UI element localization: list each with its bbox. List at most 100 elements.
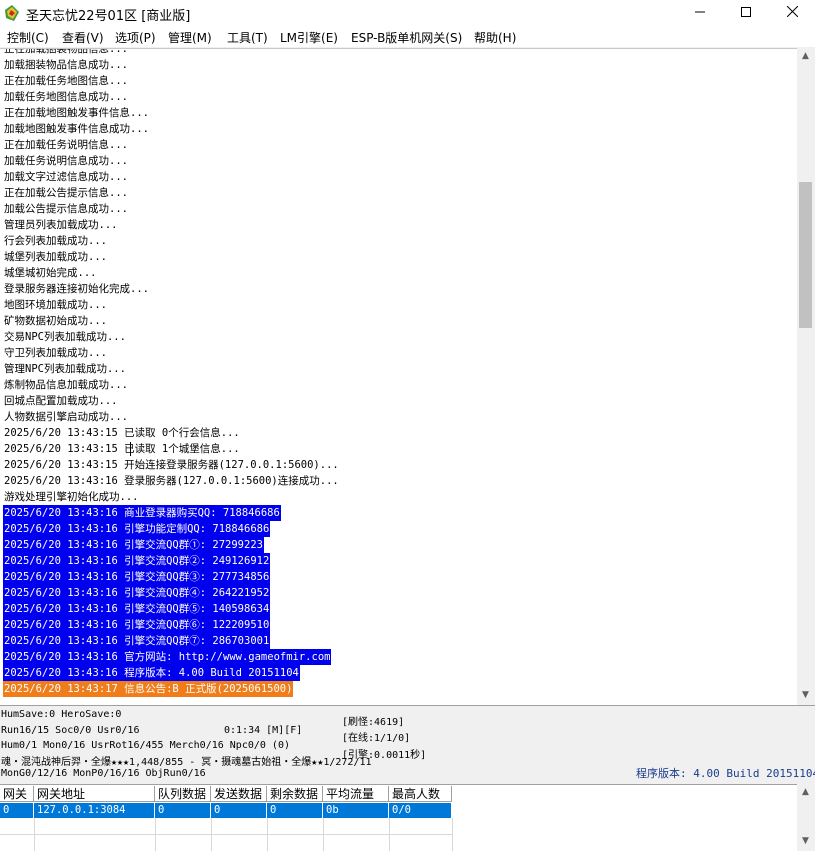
counters-status: Hum0/1 Mon0/16 UsrRot16/455 Merch0/16 Np… xyxy=(1,740,290,751)
game-app-icon xyxy=(5,5,19,21)
col-header-gate[interactable]: 网关 xyxy=(0,786,34,802)
grid-line xyxy=(0,834,452,835)
scroll-down-icon[interactable]: ▼ xyxy=(797,687,814,704)
log-line: 正在加载公告提示信息... xyxy=(4,187,128,199)
log-line: 2025/6/20 13:43:16 引擎交流QQ群⑥: 122209510 xyxy=(3,617,271,633)
table-scrollbar[interactable]: ▲ ▼ xyxy=(797,784,815,850)
run-status: Run16/15 Soc0/0 Usr0/16 xyxy=(1,725,140,736)
log-line: 矿物数据初始成功... xyxy=(4,315,107,327)
uptime-status: 0:1:34 [M][F] xyxy=(224,725,303,736)
menu-view[interactable]: 查看(V) xyxy=(62,29,104,46)
close-icon xyxy=(786,5,798,18)
log-output[interactable]: 正在加载捆装物品信息... 加载捆装物品信息成功... 正在加载任务地图信息...… xyxy=(0,48,797,705)
refresh-status: [刷怪:4619] xyxy=(342,717,405,728)
log-line: 加载任务地图信息成功... xyxy=(4,91,128,103)
grid-line xyxy=(267,818,268,851)
log-line: 正在加载地图触发事件信息... xyxy=(4,107,149,119)
cell-gate: 0 xyxy=(0,803,34,818)
scroll-message: 魂・混沌战神后羿・全爆★★★1,448/855 - 冥・摄魂墓古始祖・全爆★★1… xyxy=(1,757,372,768)
grid-line xyxy=(211,818,212,851)
log-line: 2025/6/20 13:43:16 程序版本: 4.00 Build 2015… xyxy=(3,665,300,681)
log-scrollbar[interactable]: ▲ ▼ xyxy=(797,48,815,704)
gateway-table[interactable]: 网关 网关地址 队列数据 发送数据 剩余数据 平均流量 最高人数 0 127.0… xyxy=(0,784,797,851)
log-line: 人物数据引擎启动成功... xyxy=(4,411,128,423)
cell-avg-traffic: 0b xyxy=(323,803,389,818)
menu-esp-gateway[interactable]: ESP-B版单机网关(S) xyxy=(351,29,462,46)
log-line: 加载任务说明信息成功... xyxy=(4,155,128,167)
log-line: 2025/6/20 13:43:16 官方网站: http://www.game… xyxy=(3,649,332,665)
table-scroll-up-icon[interactable]: ▲ xyxy=(797,784,814,801)
log-line: 2025/6/20 13:43:16 引擎交流QQ群③: 277734856 xyxy=(3,569,271,585)
menu-options[interactable]: 选项(P) xyxy=(115,29,156,46)
grid-line xyxy=(155,818,156,851)
log-line: 2025/6/20 13:43:15 已读取 0个行会信息... xyxy=(4,427,240,439)
minimize-icon xyxy=(695,11,705,13)
col-header-queue[interactable]: 队列数据 xyxy=(155,786,211,802)
log-line: 行会列表加载成功... xyxy=(4,235,107,247)
log-line: 游戏处理引擎初始化成功... xyxy=(4,491,139,503)
log-line: 管理NPC列表加载成功... xyxy=(4,363,126,375)
log-line: 2025/6/20 13:43:16 引擎交流QQ群②: 249126912 xyxy=(3,553,271,569)
grid-line xyxy=(323,818,324,851)
log-line: 交易NPC列表加载成功... xyxy=(4,331,126,343)
col-header-sent[interactable]: 发送数据 xyxy=(211,786,267,802)
table-scroll-down-icon[interactable]: ▼ xyxy=(797,833,814,850)
log-line: 城堡城初始完成... xyxy=(4,267,97,279)
cell-queue: 0 xyxy=(155,803,211,818)
log-line: 加载地图触发事件信息成功... xyxy=(4,123,149,135)
col-header-remaining[interactable]: 剩余数据 xyxy=(267,786,323,802)
col-header-address[interactable]: 网关地址 xyxy=(34,786,155,802)
log-line: 回城点配置加载成功... xyxy=(4,395,118,407)
log-line: 加载捆装物品信息成功... xyxy=(4,59,128,71)
scroll-up-icon[interactable]: ▲ xyxy=(797,48,814,65)
window-title: 圣天忘忧22号01区 [商业版] xyxy=(26,9,191,24)
save-status: HumSave:0 HeroSave:0 xyxy=(1,709,122,720)
log-line: 炼制物品信息加载成功... xyxy=(4,379,128,391)
status-panel: HumSave:0 HeroSave:0 Run16/15 Soc0/0 Usr… xyxy=(0,705,815,784)
grid-line xyxy=(34,818,35,851)
groups-status: MonG0/12/16 MonP0/16/16 ObjRun0/16 xyxy=(1,768,206,779)
maximize-button[interactable] xyxy=(723,0,769,27)
log-line: 2025/6/20 13:43:16 引擎交流QQ群①: 27299223 xyxy=(3,537,264,553)
log-line: 2025/6/20 13:43:16 引擎交流QQ群⑦: 286703001 xyxy=(3,633,271,649)
text-caret xyxy=(130,442,131,456)
log-line: 登录服务器连接初始化完成... xyxy=(4,283,149,295)
menu-manage[interactable]: 管理(M) xyxy=(168,29,212,46)
log-line: 2025/6/20 13:43:15 已读取 1个城堡信息... xyxy=(4,443,240,455)
log-line: 地图环境加载成功... xyxy=(4,299,107,311)
log-line: 管理员列表加载成功... xyxy=(4,219,118,231)
cell-remaining: 0 xyxy=(267,803,323,818)
log-line-partial: 正在加载捆装物品信息... xyxy=(4,48,128,55)
minimize-button[interactable] xyxy=(677,0,723,27)
col-header-max-users[interactable]: 最高人数 xyxy=(389,786,452,802)
log-line: 加载文字过滤信息成功... xyxy=(4,171,128,183)
maximize-icon xyxy=(741,7,751,17)
col-header-avg-traffic[interactable]: 平均流量 xyxy=(323,786,389,802)
log-line: 守卫列表加载成功... xyxy=(4,347,107,359)
cell-address: 127.0.0.1:3084 xyxy=(34,803,155,818)
log-line: 2025/6/20 13:43:16 商业登录器购买QQ: 718846686 xyxy=(3,505,281,521)
log-line: 正在加载任务地图信息... xyxy=(4,75,128,87)
log-line: 2025/6/20 13:43:16 登录服务器(127.0.0.1:5600)… xyxy=(4,475,339,487)
cell-sent: 0 xyxy=(211,803,267,818)
grid-line xyxy=(389,818,390,851)
log-line: 2025/6/20 13:43:15 开始连接登录服务器(127.0.0.1:5… xyxy=(4,459,339,471)
log-line: 加载公告提示信息成功... xyxy=(4,203,128,215)
menu-help[interactable]: 帮助(H) xyxy=(474,29,516,46)
log-line: 城堡列表加载成功... xyxy=(4,251,107,263)
menu-bar: 控制(C) 查看(V) 选项(P) 管理(M) 工具(T) LM引擎(E) ES… xyxy=(0,27,815,47)
log-line: 正在加载任务说明信息... xyxy=(4,139,128,151)
title-bar: 圣天忘忧22号01区 [商业版] xyxy=(0,0,815,27)
menu-control[interactable]: 控制(C) xyxy=(7,29,49,46)
cell-max-users: 0/0 xyxy=(389,803,452,818)
grid-line xyxy=(452,818,453,851)
menu-lm-engine[interactable]: LM引擎(E) xyxy=(280,29,338,46)
log-line: 2025/6/20 13:43:16 引擎交流QQ群④: 264221952 xyxy=(3,585,271,601)
close-button[interactable] xyxy=(769,0,815,27)
log-line: 2025/6/20 13:43:17 信息公告:B 正式版(2025061500… xyxy=(3,681,294,697)
online-status: [在线:1/1/0] xyxy=(342,733,411,744)
log-line: 2025/6/20 13:43:16 引擎交流QQ群⑤: 140598634 xyxy=(3,601,271,617)
scroll-thumb[interactable] xyxy=(799,182,812,328)
version-label: 程序版本: 4.00 Build 20151104 xyxy=(636,767,815,780)
menu-tools[interactable]: 工具(T) xyxy=(227,29,268,46)
